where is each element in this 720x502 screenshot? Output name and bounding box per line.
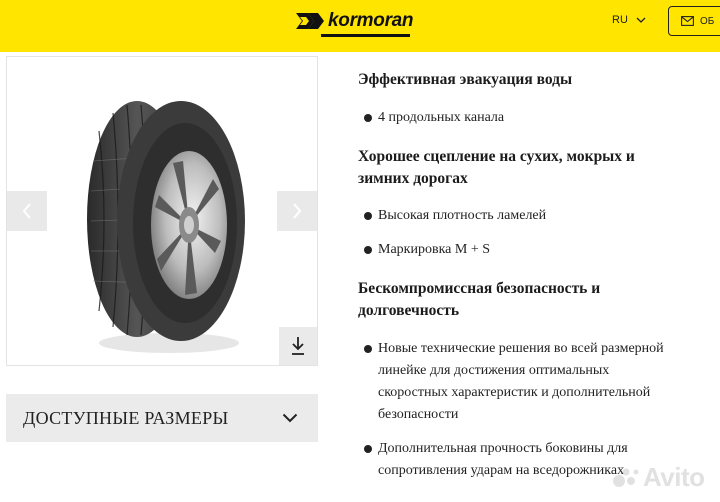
tire-image [87, 101, 245, 353]
feature-bullet: Дополнительная прочность боковины для со… [364, 438, 628, 482]
feedback-button[interactable]: ОБ [668, 6, 720, 36]
envelope-icon [681, 16, 694, 26]
available-sizes-label: ДОСТУПНЫЕ РАЗМЕРЫ [23, 407, 229, 428]
avito-logo-icon [613, 468, 639, 487]
feature-heading: Бескомпромиссная безопасность и долговеч… [358, 280, 601, 319]
gallery-next-button[interactable] [277, 191, 317, 231]
avito-watermark: Avito [612, 462, 705, 493]
brand-logo[interactable]: kormoran [294, 10, 414, 32]
available-sizes-accordion[interactable]: ДОСТУПНЫЕ РАЗМЕРЫ [6, 394, 318, 442]
feature-heading: Эффективная эвакуация воды [358, 71, 573, 88]
chevron-left-icon [22, 203, 31, 219]
feedback-label: ОБ [700, 15, 715, 27]
feature-bullet: Маркировка M + S [364, 239, 490, 261]
download-icon [292, 337, 304, 355]
kormoran-logo-icon [296, 13, 324, 29]
chevron-down-icon [282, 413, 298, 423]
top-header: kormoran RU ОБ [0, 0, 720, 52]
logo-underline [321, 34, 410, 37]
gallery-prev-button[interactable] [7, 191, 47, 231]
product-gallery [6, 56, 318, 366]
feature-bullet: Высокая плотность ламелей [364, 205, 546, 227]
feature-heading: Хорошее сцепление на сухих, мокрых и зим… [358, 148, 635, 187]
chevron-right-icon [293, 203, 302, 219]
download-button[interactable] [279, 327, 317, 365]
feature-bullet: 4 продольных канала [364, 107, 504, 129]
chevron-down-icon [636, 17, 646, 23]
language-label: RU [612, 14, 628, 26]
brand-name: kormoran [328, 10, 414, 31]
language-selector[interactable]: RU [612, 14, 646, 26]
watermark-text: Avito [643, 462, 705, 492]
feature-bullet: Новые технические решения во всей размер… [364, 338, 664, 426]
